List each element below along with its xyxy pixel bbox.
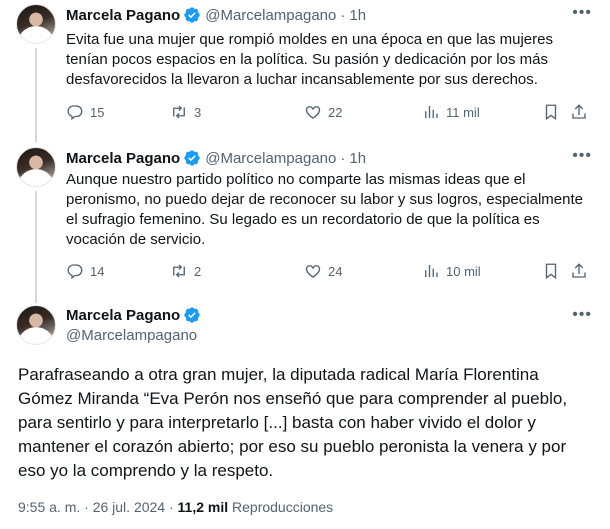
verified-badge-icon [184, 307, 200, 323]
avatar[interactable] [16, 4, 56, 44]
views-label: Reproducciones [228, 499, 334, 515]
author-name-row: Marcela Pagano [66, 306, 205, 324]
more-icon[interactable]: ••• [572, 306, 592, 324]
tweet-timestamp[interactable]: 9:55 a. m. · 26 jul. 2024 · [18, 499, 178, 515]
share-icon [572, 263, 586, 278]
reply-icon [67, 264, 83, 280]
views-count: 10 mil [446, 263, 481, 279]
retweet-icon [173, 264, 185, 278]
thread-connector [35, 48, 37, 142]
separator-dot: · [340, 6, 346, 24]
tweet-2[interactable]: Marcela Pagano @Marcelampagano · 1h ••• … [0, 143, 610, 303]
views-count: 11 mil [446, 104, 480, 120]
tweet-text: Aunque nuestro partido político no compa… [66, 171, 583, 248]
author-handle[interactable]: @Marcelampagano [66, 327, 197, 344]
tweet-text: Evita fue una mujer que rompió moldes en… [66, 31, 553, 88]
reply-count: 15 [90, 104, 105, 120]
tweet-actions: 15 3 22 11 mil [66, 102, 586, 122]
like-button[interactable]: 22 [304, 103, 342, 121]
author-name[interactable]: Marcela Pagano [66, 307, 180, 324]
verified-badge-icon [184, 150, 200, 166]
tweet-time[interactable]: 1h [349, 150, 366, 167]
more-icon[interactable]: ••• [572, 147, 592, 165]
views-icon [425, 265, 438, 277]
author-handle[interactable]: @Marcelampagano [205, 150, 336, 167]
views-button[interactable]: 10 mil [422, 262, 481, 280]
retweet-icon [173, 105, 185, 119]
retweet-button[interactable]: 3 [170, 103, 201, 121]
retweet-button[interactable]: 2 [170, 262, 201, 280]
author-name[interactable]: Marcela Pagano [66, 150, 180, 167]
reply-button[interactable]: 15 [66, 103, 104, 121]
tweet-time[interactable]: 1h [349, 7, 366, 24]
views-count: 11,2 mil [177, 499, 229, 515]
tweet-text: Parafraseando a otra gran mujer, la dipu… [18, 365, 568, 480]
reply-icon [67, 105, 83, 121]
views-icon [425, 106, 438, 118]
avatar[interactable] [16, 147, 56, 187]
retweet-count: 2 [194, 263, 202, 279]
author-name[interactable]: Marcela Pagano [66, 7, 180, 24]
like-icon [305, 265, 321, 278]
bookmark-button[interactable] [542, 262, 566, 280]
like-count: 22 [328, 104, 343, 120]
like-button[interactable]: 24 [304, 262, 342, 280]
share-button[interactable] [570, 262, 594, 280]
like-icon [305, 106, 321, 119]
author-handle[interactable]: @Marcelampagano [205, 7, 336, 24]
views-button[interactable]: 11 mil [422, 103, 480, 121]
bookmark-icon [545, 104, 557, 121]
reply-button[interactable]: 14 [66, 262, 104, 280]
share-button[interactable] [570, 103, 594, 121]
tweet-actions: 14 2 24 10 mil [66, 261, 586, 281]
retweet-count: 3 [194, 104, 202, 120]
main-tweet: Marcela Pagano @Marcelampagano ••• Paraf… [0, 300, 610, 529]
separator-dot: · [340, 149, 346, 167]
reply-count: 14 [90, 263, 105, 279]
tweet-meta: 9:55 a. m. · 26 jul. 2024 · 11,2 mil Rep… [18, 499, 333, 515]
thread-connector [35, 191, 37, 303]
bookmark-icon [545, 263, 557, 280]
bookmark-button[interactable] [542, 103, 566, 121]
like-count: 24 [328, 263, 343, 279]
share-icon [572, 104, 586, 119]
verified-badge-icon [184, 7, 200, 23]
tweet-1[interactable]: Marcela Pagano @Marcelampagano · 1h ••• … [0, 0, 610, 142]
more-icon[interactable]: ••• [572, 4, 592, 22]
avatar[interactable] [16, 305, 56, 345]
